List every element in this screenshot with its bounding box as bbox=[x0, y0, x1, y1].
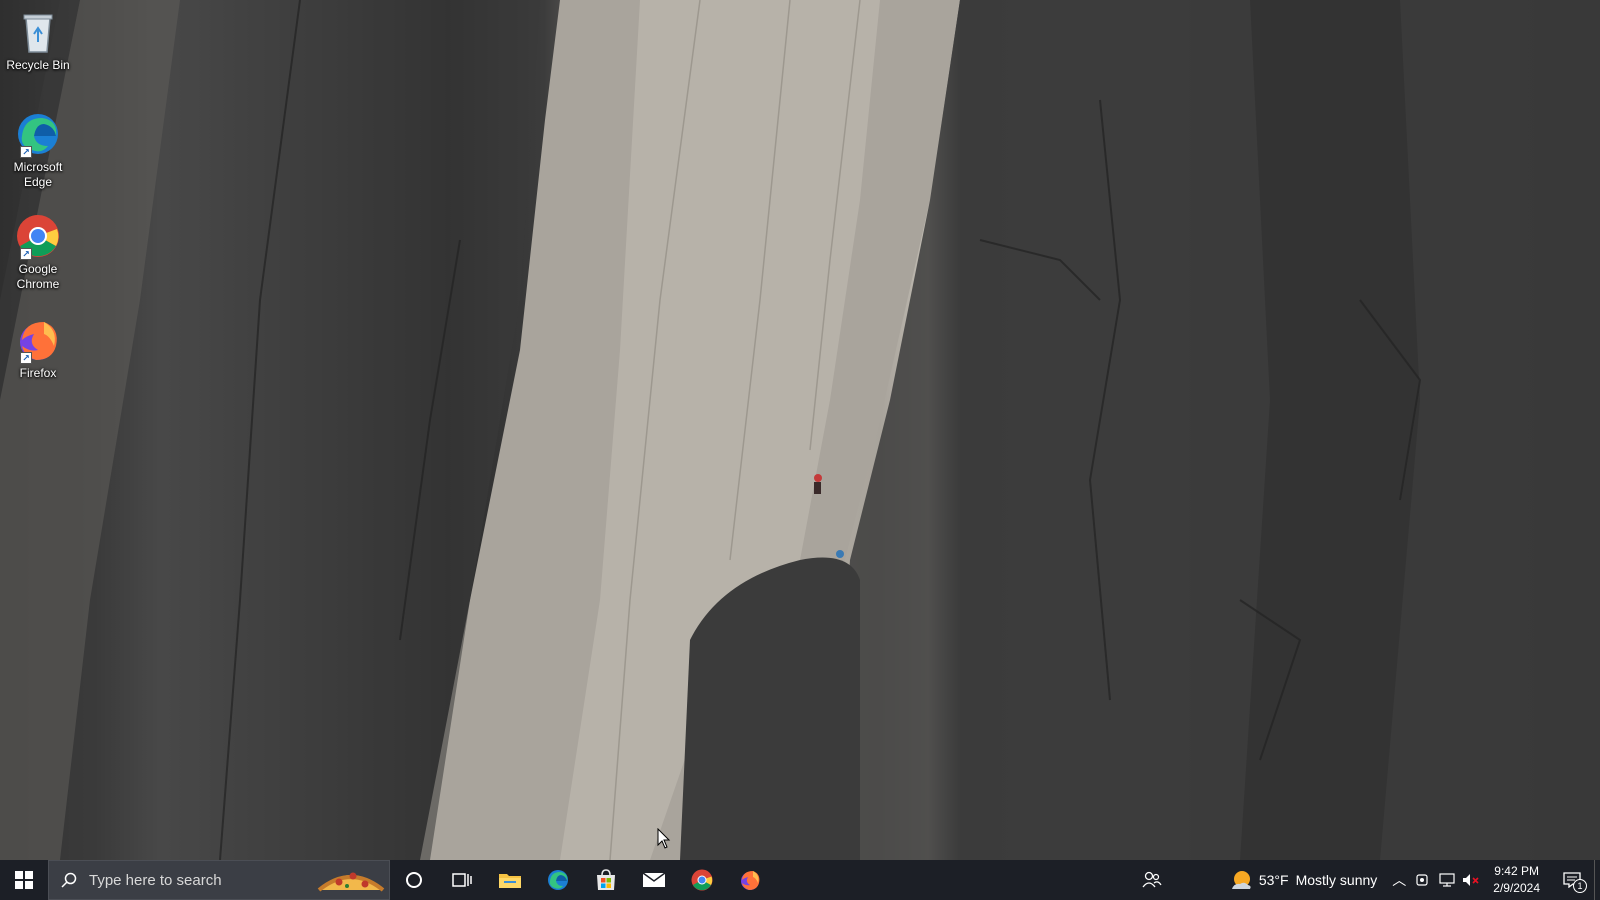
chrome-icon: ↗ bbox=[14, 212, 62, 260]
climber-blue bbox=[836, 550, 844, 558]
rock-wall-image bbox=[0, 0, 1600, 860]
taskbar: Type here to search 53°F Mostly sunny ︿ … bbox=[0, 860, 1600, 900]
show-hidden-icons-button[interactable]: ︿ bbox=[1387, 860, 1411, 900]
taskbar-search-box[interactable]: Type here to search bbox=[48, 860, 390, 900]
desktop-wallpaper bbox=[0, 0, 1600, 860]
desktop-icon-label: Microsoft Edge bbox=[13, 160, 63, 189]
people-button[interactable] bbox=[1128, 860, 1176, 900]
taskbar-file-explorer[interactable] bbox=[486, 860, 534, 900]
taskbar-mail[interactable] bbox=[630, 860, 678, 900]
chevron-up-icon: ︿ bbox=[1392, 872, 1407, 888]
recycle-bin-icon bbox=[14, 8, 62, 56]
search-icon bbox=[49, 872, 89, 888]
edge-icon bbox=[548, 870, 568, 890]
file-explorer-icon bbox=[499, 874, 521, 888]
network-icon bbox=[1439, 873, 1455, 887]
shortcut-arrow-icon: ↗ bbox=[20, 352, 32, 364]
task-view-button[interactable] bbox=[438, 860, 486, 900]
clock-time: 9:42 PM bbox=[1494, 864, 1539, 878]
mouse-cursor-icon bbox=[657, 827, 671, 855]
volume-muted-icon bbox=[1463, 874, 1479, 886]
taskbar-microsoft-store[interactable] bbox=[582, 860, 630, 900]
taskbar-firefox[interactable] bbox=[726, 860, 774, 900]
edge-icon: ↗ bbox=[14, 110, 62, 158]
taskbar-chrome[interactable] bbox=[678, 860, 726, 900]
action-center-button[interactable]: 1 bbox=[1550, 860, 1594, 900]
desktop-icon-chrome[interactable]: ↗ Google Chrome bbox=[4, 212, 72, 292]
search-highlight-pizza-icon bbox=[313, 860, 389, 900]
weather-widget[interactable]: 53°F Mostly sunny bbox=[1220, 869, 1387, 891]
desktop-icon-label: Google Chrome bbox=[16, 262, 60, 291]
chrome-icon bbox=[691, 869, 713, 891]
task-view-icon bbox=[452, 873, 472, 887]
shortcut-arrow-icon: ↗ bbox=[20, 146, 32, 158]
meet-now-icon bbox=[1416, 874, 1428, 886]
network-button[interactable] bbox=[1435, 860, 1459, 900]
climber-red bbox=[814, 474, 822, 494]
desktop-icon-label: Recycle Bin bbox=[6, 58, 70, 72]
mail-icon bbox=[642, 872, 666, 887]
taskbar-clock[interactable]: 9:42 PM 2/9/2024 bbox=[1483, 863, 1550, 897]
desktop-icon-recycle-bin[interactable]: Recycle Bin bbox=[4, 8, 72, 73]
weather-condition: Mostly sunny bbox=[1295, 872, 1378, 888]
notification-count-badge: 1 bbox=[1573, 879, 1587, 893]
shortcut-arrow-icon: ↗ bbox=[20, 248, 32, 260]
volume-button[interactable] bbox=[1459, 860, 1483, 900]
start-button[interactable] bbox=[0, 860, 48, 900]
taskbar-edge[interactable] bbox=[534, 860, 582, 900]
desktop-icon-firefox[interactable]: ↗ Firefox bbox=[4, 316, 72, 381]
firefox-icon: ↗ bbox=[14, 316, 62, 364]
people-icon bbox=[1142, 871, 1162, 888]
firefox-icon bbox=[741, 871, 760, 890]
windows-logo-icon bbox=[15, 871, 33, 889]
cortana-button[interactable] bbox=[390, 860, 438, 900]
weather-temperature: 53°F bbox=[1258, 872, 1289, 888]
microsoft-store-icon bbox=[597, 869, 615, 890]
weather-sunny-icon bbox=[1231, 871, 1251, 889]
cortana-icon bbox=[406, 872, 422, 888]
meet-now-button[interactable] bbox=[1411, 860, 1435, 900]
search-placeholder: Type here to search bbox=[89, 871, 222, 889]
show-desktop-button[interactable] bbox=[1594, 860, 1600, 900]
system-tray: 53°F Mostly sunny ︿ 9:42 PM 2/9/2024 1 bbox=[1128, 860, 1600, 900]
desktop-icon-edge[interactable]: ↗ Microsoft Edge bbox=[4, 110, 72, 190]
clock-date: 2/9/2024 bbox=[1493, 881, 1540, 895]
desktop-icon-label: Firefox bbox=[19, 366, 57, 380]
